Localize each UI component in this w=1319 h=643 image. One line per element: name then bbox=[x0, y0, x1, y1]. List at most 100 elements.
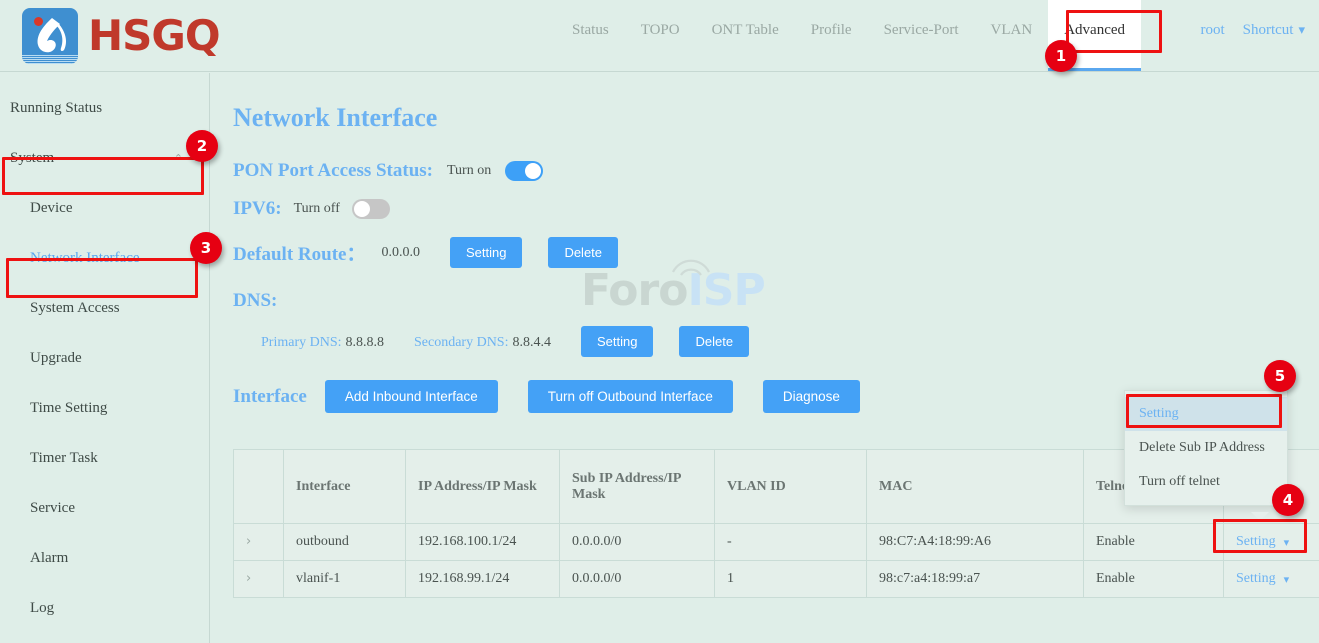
sidebar-item-label: Service bbox=[30, 500, 75, 517]
dropdown-item-turn-off-telnet[interactable]: Turn off telnet bbox=[1125, 465, 1287, 499]
sidebar-item-log[interactable]: Log bbox=[0, 583, 209, 633]
toggle-knob bbox=[354, 201, 370, 217]
table-header-mac: MAC bbox=[867, 450, 1084, 524]
app-header: HSGQ Status TOPO ONT Table Profile Servi… bbox=[0, 0, 1319, 72]
toggle-knob bbox=[525, 163, 541, 179]
row-interface: vlanif-1 bbox=[284, 561, 406, 598]
diagnose-button[interactable]: Diagnose bbox=[763, 380, 860, 413]
sidebar-item-label: Timer Task bbox=[30, 450, 98, 467]
sidebar-item-label: Alarm bbox=[30, 550, 68, 567]
add-inbound-interface-button[interactable]: Add Inbound Interface bbox=[325, 380, 498, 413]
row-mac: 98:C7:A4:18:99:A6 bbox=[867, 524, 1084, 561]
default-route-setting-button[interactable]: Setting bbox=[450, 237, 522, 268]
ipv6-label: IPV6: bbox=[233, 198, 282, 220]
dropdown-item-setting[interactable]: Setting bbox=[1125, 397, 1287, 431]
logo-stripes bbox=[22, 55, 78, 64]
sidebar-navigation: Running Status System ⌃ Device Network I… bbox=[0, 73, 210, 643]
row-setting-dropdown-trigger[interactable]: Setting ▾ bbox=[1236, 534, 1289, 550]
sidebar-item-timer-task[interactable]: Timer Task bbox=[0, 433, 209, 483]
dns-delete-button[interactable]: Delete bbox=[679, 326, 749, 357]
sidebar-item-device[interactable]: Device bbox=[0, 183, 209, 233]
shortcut-menu[interactable]: Shortcut▾ bbox=[1243, 22, 1305, 39]
sidebar-item-system[interactable]: System ⌃ bbox=[0, 133, 209, 183]
row-telnet-status: Enable bbox=[1084, 524, 1224, 561]
ipv6-state-text: Turn off bbox=[294, 201, 340, 217]
chevron-down-icon: ▾ bbox=[1298, 23, 1305, 38]
sidebar-item-network-interface[interactable]: Network Interface bbox=[0, 233, 209, 283]
default-route-row: Default Route： 0.0.0.0 Setting Delete bbox=[233, 237, 1319, 268]
table-header-expand bbox=[234, 450, 284, 524]
annotation-badge-5: 5 bbox=[1264, 360, 1296, 392]
sidebar-item-running-status[interactable]: Running Status bbox=[0, 83, 209, 133]
nav-item-topo[interactable]: TOPO bbox=[625, 0, 696, 71]
sidebar-item-label: Network Interface bbox=[30, 250, 140, 267]
ont-management-page: HSGQ Status TOPO ONT Table Profile Servi… bbox=[0, 0, 1319, 643]
page-title: Network Interface bbox=[233, 103, 1319, 133]
default-route-label: Default Route： bbox=[233, 239, 365, 266]
sidebar-item-label: Device bbox=[30, 200, 72, 217]
row-telnet-status: Enable bbox=[1084, 561, 1224, 598]
chevron-down-icon: ▾ bbox=[1284, 573, 1290, 586]
table-body: › outbound 192.168.100.1/24 0.0.0.0/0 - … bbox=[234, 524, 1319, 598]
brand-name: HSGQ bbox=[88, 15, 220, 57]
table-header-interface: Interface bbox=[284, 450, 406, 524]
annotation-badge-3: 3 bbox=[190, 232, 222, 264]
row-expand-cell[interactable]: › bbox=[234, 524, 284, 561]
row-sub-ip-address: 0.0.0.0/0 bbox=[560, 561, 715, 598]
brand-logo[interactable]: HSGQ bbox=[22, 8, 220, 64]
row-ip-address: 192.168.99.1/24 bbox=[406, 561, 560, 598]
row-setting-label: Setting bbox=[1236, 534, 1276, 550]
pon-toggle[interactable] bbox=[505, 161, 543, 181]
row-setting-cell[interactable]: Setting ▾ bbox=[1224, 524, 1319, 561]
default-route-value: 0.0.0.0 bbox=[381, 245, 420, 261]
dns-row: Primary DNS:8.8.8.8 Secondary DNS: 8.8.4.… bbox=[233, 326, 1319, 357]
sidebar-item-label: Upgrade bbox=[30, 350, 82, 367]
chevron-right-icon[interactable]: › bbox=[246, 571, 251, 586]
table-row: › vlanif-1 192.168.99.1/24 0.0.0.0/0 1 9… bbox=[234, 561, 1319, 598]
interface-section-label: Interface bbox=[233, 386, 307, 408]
sidebar-item-time-setting[interactable]: Time Setting bbox=[0, 383, 209, 433]
row-expand-cell[interactable]: › bbox=[234, 561, 284, 598]
row-setting-cell[interactable]: Setting▾ bbox=[1224, 561, 1319, 598]
table-header-sub-ip-address: Sub IP Address/IP Mask bbox=[560, 450, 715, 524]
nav-item-status[interactable]: Status bbox=[556, 0, 625, 71]
water-droplet-logo-icon bbox=[22, 8, 78, 64]
pon-state-text: Turn on bbox=[447, 163, 491, 179]
row-setting-dropdown-trigger[interactable]: Setting▾ bbox=[1236, 571, 1289, 587]
annotation-badge-4: 4 bbox=[1272, 484, 1304, 516]
primary-dns-value: 8.8.8.8 bbox=[346, 335, 385, 350]
sidebar-item-service[interactable]: Service bbox=[0, 483, 209, 533]
nav-item-service-port[interactable]: Service-Port bbox=[868, 0, 975, 71]
chevron-right-icon[interactable]: › bbox=[246, 534, 251, 549]
ipv6-row: IPV6: Turn off bbox=[233, 198, 1319, 220]
table-header-ip-address: IP Address/IP Mask bbox=[406, 450, 560, 524]
ipv6-toggle[interactable] bbox=[352, 199, 390, 219]
chevron-down-icon: ▾ bbox=[1284, 536, 1290, 549]
sidebar-item-upgrade[interactable]: Upgrade bbox=[0, 333, 209, 383]
sidebar-item-system-access[interactable]: System Access bbox=[0, 283, 209, 333]
default-route-delete-button[interactable]: Delete bbox=[548, 237, 618, 268]
dns-setting-button[interactable]: Setting bbox=[581, 326, 653, 357]
primary-dns-group: Primary DNS:8.8.8.8 bbox=[261, 333, 384, 351]
row-vlan-id: 1 bbox=[715, 561, 867, 598]
turn-off-outbound-interface-button[interactable]: Turn off Outbound Interface bbox=[528, 380, 733, 413]
secondary-dns-group: Secondary DNS: 8.8.4.4 bbox=[414, 333, 551, 351]
row-vlan-id: - bbox=[715, 524, 867, 561]
secondary-dns-value: 8.8.4.4 bbox=[513, 335, 552, 350]
secondary-dns-label: Secondary DNS: bbox=[414, 335, 509, 350]
sidebar-item-alarm[interactable]: Alarm bbox=[0, 533, 209, 583]
annotation-badge-1: 1 bbox=[1045, 40, 1077, 72]
dropdown-pointer-arrow bbox=[1251, 512, 1269, 521]
sidebar-item-label: Time Setting bbox=[30, 400, 107, 417]
sidebar-item-label: System Access bbox=[30, 300, 120, 317]
row-interface: outbound bbox=[284, 524, 406, 561]
row-sub-ip-address: 0.0.0.0/0 bbox=[560, 524, 715, 561]
dropdown-item-delete-sub-ip-address[interactable]: Delete Sub IP Address bbox=[1125, 431, 1287, 465]
user-area: root Shortcut▾ bbox=[1200, 22, 1305, 39]
nav-item-vlan[interactable]: VLAN bbox=[975, 0, 1049, 71]
nav-item-profile[interactable]: Profile bbox=[795, 0, 868, 71]
table-row: › outbound 192.168.100.1/24 0.0.0.0/0 - … bbox=[234, 524, 1319, 561]
pon-port-access-status-row: PON Port Access Status: Turn on bbox=[233, 160, 1319, 182]
nav-item-ont-table[interactable]: ONT Table bbox=[696, 0, 795, 71]
username-label[interactable]: root bbox=[1200, 22, 1224, 39]
